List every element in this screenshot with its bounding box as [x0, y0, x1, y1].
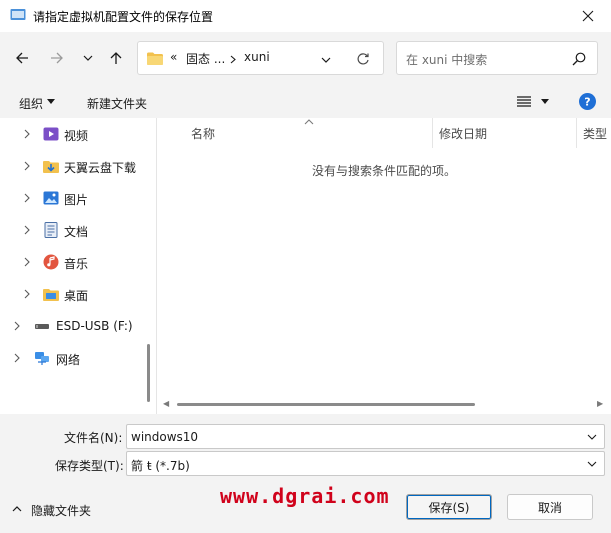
address-bar[interactable]: « 固态 ... xuni: [137, 41, 384, 75]
tree-item-documents[interactable]: 文档: [0, 214, 140, 246]
usb-drive-icon: [35, 324, 49, 329]
hide-folders-label: 隐藏文件夹: [31, 504, 92, 518]
tree-item-usb-drive[interactable]: ESD-USB (F:): [0, 310, 140, 342]
tree-item-videos[interactable]: 视频: [0, 118, 140, 150]
scroll-left-icon[interactable]: ◀: [163, 399, 169, 408]
column-divider[interactable]: [576, 118, 577, 148]
filename-value: windows10: [131, 430, 199, 444]
column-header-type[interactable]: 类型: [583, 125, 607, 142]
breadcrumb-item[interactable]: xuni: [244, 50, 270, 64]
chevron-down-icon[interactable]: [587, 460, 597, 468]
chevron-up-icon: [12, 506, 22, 512]
scrollbar-thumb[interactable]: [177, 403, 475, 406]
navigation-tree[interactable]: 视频 天翼云盘下载 图片 文档 音乐 桌面 ESD-USB (F:) 网络: [0, 118, 157, 414]
pictures-folder-icon: [43, 191, 59, 205]
arrow-up-icon: [110, 52, 122, 64]
chevron-right-icon[interactable]: [22, 160, 32, 172]
window-title: 请指定虚拟机配置文件的保存位置: [33, 10, 214, 24]
file-list-pane[interactable]: 名称 修改日期 类型 没有与搜索条件匹配的项。 ◀ ▶: [157, 118, 611, 414]
folder-icon: [147, 52, 163, 65]
tree-item-label: 图片: [64, 193, 89, 207]
column-header-date[interactable]: 修改日期: [439, 125, 487, 142]
close-icon: [582, 10, 594, 22]
column-divider[interactable]: [432, 118, 433, 148]
tree-item-label: 天翼云盘下载: [64, 161, 137, 175]
search-placeholder: 在 xuni 中搜索: [406, 53, 488, 67]
new-folder-button[interactable]: 新建文件夹: [87, 95, 147, 112]
desktop-folder-icon: [43, 289, 59, 301]
network-icon: [35, 352, 49, 365]
save-form: 文件名(N): windows10 保存类型(T): 箭 ŧ (*.7b): [0, 414, 611, 480]
dialog-footer: 隐藏文件夹 www.dgrai.com 保存(S) 取消: [0, 480, 611, 533]
chevron-down-icon[interactable]: [321, 56, 331, 64]
filename-input[interactable]: windows10: [126, 424, 605, 449]
filetype-select[interactable]: 箭 ŧ (*.7b): [126, 451, 605, 476]
tree-item-label: 视频: [64, 129, 89, 143]
sort-ascending-icon: [304, 119, 314, 125]
dropdown-triangle-icon: [47, 99, 55, 104]
watermark-text: www.dgrai.com: [220, 484, 390, 508]
chevron-right-icon[interactable]: [12, 320, 22, 332]
filetype-value: 箭 ŧ (*.7b): [131, 459, 190, 473]
breadcrumb-item[interactable]: 固态 ...: [186, 50, 225, 67]
horizontal-scrollbar[interactable]: ◀ ▶: [157, 396, 611, 412]
help-icon[interactable]: ?: [579, 93, 596, 110]
organize-menu[interactable]: 组织: [19, 95, 43, 112]
tree-item-label: 音乐: [64, 257, 89, 271]
tree-item-download[interactable]: 天翼云盘下载: [0, 150, 140, 182]
svg-text:?: ?: [584, 96, 590, 109]
chevron-right-icon[interactable]: [12, 352, 22, 364]
browser-content: 视频 天翼云盘下载 图片 文档 音乐 桌面 ESD-USB (F:) 网络 名称…: [0, 118, 611, 414]
search-input[interactable]: 在 xuni 中搜索: [396, 41, 598, 75]
scroll-right-icon[interactable]: ▶: [597, 399, 603, 408]
tree-item-label: 网络: [56, 353, 81, 367]
cancel-button-label: 取消: [537, 500, 562, 515]
filetype-label: 保存类型(T):: [55, 459, 124, 473]
filename-label: 文件名(N):: [64, 431, 123, 445]
close-button[interactable]: [565, 0, 611, 32]
tree-item-desktop[interactable]: 桌面: [0, 278, 140, 310]
chevron-right-icon[interactable]: [22, 288, 32, 300]
arrow-right-icon: [51, 52, 63, 64]
tree-item-label: ESD-USB (F:): [56, 319, 133, 333]
navigation-bar: « 固态 ... xuni 在 xuni 中搜索: [0, 32, 611, 84]
music-folder-icon: [43, 254, 59, 270]
column-header-name[interactable]: 名称: [191, 125, 215, 142]
download-folder-icon: [43, 161, 59, 173]
chevron-right-icon[interactable]: [22, 192, 32, 204]
save-button-label: 保存(S): [428, 500, 470, 515]
chevron-right-icon: [230, 55, 236, 64]
recent-locations-button[interactable]: [76, 46, 100, 70]
chevron-right-icon[interactable]: [22, 224, 32, 236]
tree-item-label: 文档: [64, 225, 89, 239]
chevron-down-icon[interactable]: [587, 433, 597, 441]
up-button[interactable]: [104, 46, 128, 70]
back-button[interactable]: [10, 46, 34, 70]
tree-item-network[interactable]: 网络: [0, 342, 140, 374]
tree-item-music[interactable]: 音乐: [0, 246, 140, 278]
documents-folder-icon: [44, 222, 58, 238]
vmware-app-icon: [10, 9, 26, 20]
tree-item-pictures[interactable]: 图片: [0, 182, 140, 214]
save-button[interactable]: 保存(S): [406, 494, 492, 520]
view-options-icon[interactable]: [517, 96, 531, 107]
breadcrumb-overflow[interactable]: «: [170, 50, 177, 64]
dropdown-triangle-icon[interactable]: [541, 99, 549, 104]
tree-scrollbar[interactable]: [147, 344, 150, 402]
chevron-right-icon[interactable]: [22, 128, 32, 140]
chevron-down-icon: [83, 55, 93, 61]
chevron-right-icon[interactable]: [22, 256, 32, 268]
command-toolbar: 组织 新建文件夹 ?: [0, 84, 611, 120]
empty-folder-message: 没有与搜索条件匹配的项。: [311, 164, 456, 178]
title-bar: 请指定虚拟机配置文件的保存位置: [0, 0, 611, 32]
search-icon: [572, 52, 586, 66]
tree-item-label: 桌面: [64, 289, 89, 303]
refresh-icon[interactable]: [356, 52, 370, 66]
video-folder-icon: [43, 127, 59, 141]
forward-button[interactable]: [45, 46, 69, 70]
arrow-left-icon: [16, 52, 28, 64]
cancel-button[interactable]: 取消: [507, 494, 593, 520]
